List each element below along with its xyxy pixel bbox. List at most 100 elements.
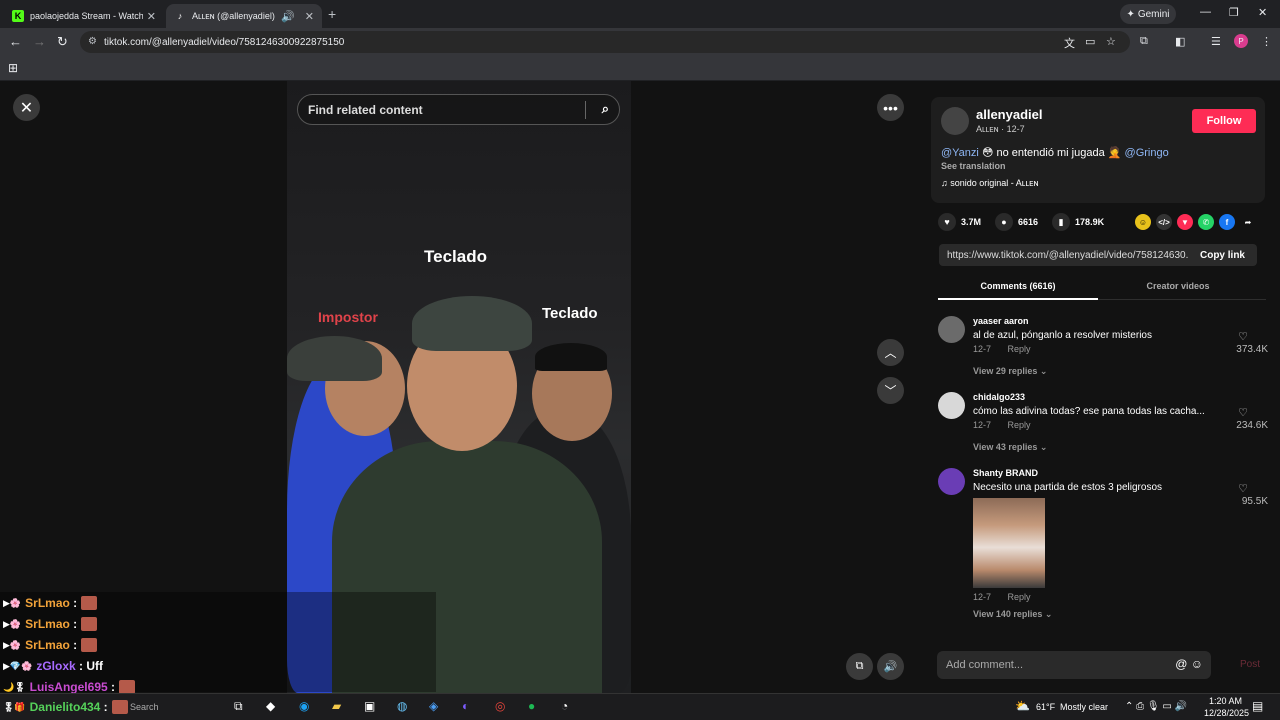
extensions-icon[interactable]: ⧉ bbox=[1140, 35, 1148, 48]
reply-button[interactable]: Reply bbox=[1008, 420, 1031, 430]
send-icon[interactable]: ▼ bbox=[1177, 214, 1193, 230]
app-icon[interactable]: ◈ bbox=[429, 699, 438, 713]
chat-badge-icon: 🌙🎖 bbox=[3, 681, 26, 692]
divider bbox=[585, 101, 586, 119]
notification-icon[interactable]: ▤ bbox=[1252, 699, 1263, 713]
avatar[interactable] bbox=[938, 392, 965, 419]
view-replies-button[interactable]: View 29 replies ⌄ bbox=[973, 366, 1047, 377]
share-url[interactable]: https://www.tiktok.com/@allenyadiel/vide… bbox=[939, 250, 1188, 261]
view-replies-button[interactable]: View 43 replies ⌄ bbox=[973, 442, 1047, 453]
tray-icons[interactable]: ⌃ ⎙ 🎙 ▭ 🔊 bbox=[1125, 701, 1187, 712]
profile-avatar[interactable]: P bbox=[1234, 34, 1248, 48]
sidepanel-icon[interactable]: ◧ bbox=[1175, 35, 1185, 48]
heart-icon[interactable]: ♡ bbox=[1238, 482, 1248, 495]
task-view-icon[interactable]: ⧉ bbox=[234, 699, 243, 714]
view-replies-button[interactable]: View 140 replies ⌄ bbox=[973, 609, 1052, 620]
chat-emote-icon bbox=[111, 700, 128, 714]
volume-button[interactable]: 🔊 bbox=[877, 653, 904, 680]
avatar[interactable] bbox=[938, 316, 965, 343]
previous-video-button[interactable]: ︿ bbox=[877, 339, 904, 366]
reload-button[interactable]: ↻ bbox=[57, 34, 68, 50]
comment-likes: 95.5K bbox=[1241, 496, 1268, 507]
copy-link-button[interactable]: Copy link bbox=[1188, 250, 1257, 261]
app-icon[interactable]: ◔ bbox=[561, 699, 568, 713]
steam-icon[interactable]: ◍ bbox=[397, 699, 407, 713]
related-search-input[interactable]: Find related content ⌕ bbox=[297, 94, 620, 125]
share-arrow-icon[interactable]: ➦ bbox=[1240, 214, 1256, 230]
weather-description[interactable]: Mostly clear bbox=[1060, 702, 1108, 712]
heart-icon[interactable]: ♥ bbox=[938, 213, 956, 231]
tab-tiktok[interactable]: ♪ Aʟʟᴇɴ (@allenyadiel) | TikTo 🔊 ✕ bbox=[166, 4, 322, 28]
whatsapp-icon[interactable]: ✆ bbox=[1198, 214, 1214, 230]
gift-icon[interactable]: ☺ bbox=[1135, 214, 1151, 230]
tab-search-icon[interactable]: ☰ bbox=[1211, 35, 1221, 48]
weather-temp[interactable]: 61°F bbox=[1036, 702, 1055, 712]
translate-icon[interactable]: 文 bbox=[1064, 35, 1075, 51]
next-video-button[interactable]: ﹀ bbox=[877, 377, 904, 404]
new-tab-button[interactable]: + bbox=[328, 6, 336, 22]
tab-creator-videos[interactable]: Creator videos bbox=[1098, 281, 1258, 291]
speaker-icon[interactable]: 🔊 bbox=[281, 10, 295, 23]
avatar[interactable] bbox=[938, 468, 965, 495]
minimize-button[interactable]: — bbox=[1200, 6, 1211, 18]
edge-icon[interactable]: ◉ bbox=[299, 699, 309, 713]
comment-icon[interactable]: ● bbox=[995, 213, 1014, 231]
store-icon[interactable]: ▣ bbox=[364, 699, 375, 713]
post-comment-button[interactable]: Post bbox=[1240, 659, 1260, 670]
likes-count: 3.7M bbox=[961, 217, 982, 227]
discord-icon[interactable]: ◐ bbox=[462, 699, 469, 713]
see-translation-link[interactable]: See translation bbox=[941, 161, 1006, 171]
chrome-icon[interactable]: ◎ bbox=[495, 699, 505, 713]
clock-time[interactable]: 1:20 AM bbox=[1209, 696, 1242, 706]
close-video-button[interactable]: ✕ bbox=[13, 94, 40, 121]
chat-badge-icon: ▶💎🌸 bbox=[3, 660, 33, 671]
comment-username[interactable]: yaaser aaron bbox=[973, 316, 1029, 326]
follow-button[interactable]: Follow bbox=[1192, 109, 1256, 133]
mention-link[interactable]: @Gringo bbox=[1125, 147, 1169, 159]
apps-grid-icon[interactable]: ⊞ bbox=[8, 61, 18, 75]
chevron-up-icon: ︿ bbox=[884, 346, 897, 360]
reply-button[interactable]: Reply bbox=[1008, 592, 1031, 602]
address-bar[interactable]: ⚙ tiktok.com/@allenyadiel/video/75812463… bbox=[80, 31, 1130, 53]
comment-text: al de azul, pónganlo a resolver misterio… bbox=[973, 330, 1152, 341]
heart-icon[interactable]: ♡ bbox=[1238, 406, 1248, 419]
bookmark-star-icon[interactable]: ☆ bbox=[1106, 35, 1116, 48]
forward-button[interactable]: → bbox=[33, 34, 46, 49]
restore-button[interactable]: ❐ bbox=[1229, 6, 1239, 19]
comment-date: 12-7 bbox=[973, 420, 992, 430]
comment-username[interactable]: chidalgo233 bbox=[973, 392, 1025, 402]
spotify-icon[interactable]: ● bbox=[528, 699, 535, 713]
taskbar-search-label[interactable]: Search bbox=[130, 702, 159, 712]
close-tab-icon[interactable]: ✕ bbox=[305, 10, 314, 23]
sound-link[interactable]: ♫ sonido original - Aʟʟᴇɴ bbox=[941, 178, 1038, 188]
copilot-icon[interactable]: ◆ bbox=[266, 699, 275, 713]
site-info-icon[interactable]: ⚙ bbox=[88, 36, 97, 47]
search-icon[interactable]: ⌕ bbox=[602, 101, 609, 117]
more-options-button[interactable]: ••• bbox=[877, 94, 904, 121]
tab-kick-stream[interactable]: K paolaojedda Stream - Watch Li ✕ bbox=[4, 4, 164, 28]
cast-icon[interactable]: ▭ bbox=[1085, 35, 1095, 48]
add-comment-input[interactable]: Add comment... @ ☺ bbox=[937, 651, 1211, 679]
facebook-icon[interactable]: f bbox=[1219, 214, 1235, 230]
mention-link[interactable]: @Yanzi bbox=[941, 147, 979, 159]
menu-icon[interactable]: ⋮ bbox=[1261, 35, 1272, 48]
close-tab-icon[interactable]: ✕ bbox=[147, 10, 156, 23]
author-username[interactable]: allenyadiel bbox=[976, 107, 1042, 122]
comment-username[interactable]: Shanty BRAND bbox=[973, 468, 1038, 478]
reply-button[interactable]: Reply bbox=[1008, 344, 1031, 354]
clock-date[interactable]: 12/28/2025 bbox=[1204, 708, 1249, 718]
miniplayer-button[interactable]: ⧉ bbox=[846, 653, 873, 680]
close-window-button[interactable]: ✕ bbox=[1258, 6, 1267, 19]
mention-and-emoji-icons[interactable]: @ ☺ bbox=[1175, 657, 1203, 671]
back-button[interactable]: ← bbox=[9, 34, 22, 49]
avatar[interactable] bbox=[941, 107, 969, 135]
file-explorer-icon[interactable]: ▰ bbox=[332, 699, 341, 713]
details-panel: allenyadiel Aʟʟᴇɴ · 12-7 Follow @Yanzi 😳… bbox=[918, 81, 1280, 693]
comment-image[interactable] bbox=[973, 498, 1045, 588]
heart-icon[interactable]: ♡ bbox=[1238, 330, 1248, 343]
stream-chat-overlay: ▶🌸 SrLmao : ▶🌸 SrLmao : ▶🌸 SrLmao : ▶💎🌸 … bbox=[0, 592, 436, 694]
gemini-button[interactable]: ✦ Gemini bbox=[1120, 4, 1176, 24]
tab-comments[interactable]: Comments (6616) bbox=[938, 281, 1098, 300]
bookmark-icon[interactable]: ▮ bbox=[1052, 213, 1071, 231]
embed-icon[interactable]: </> bbox=[1156, 214, 1172, 230]
